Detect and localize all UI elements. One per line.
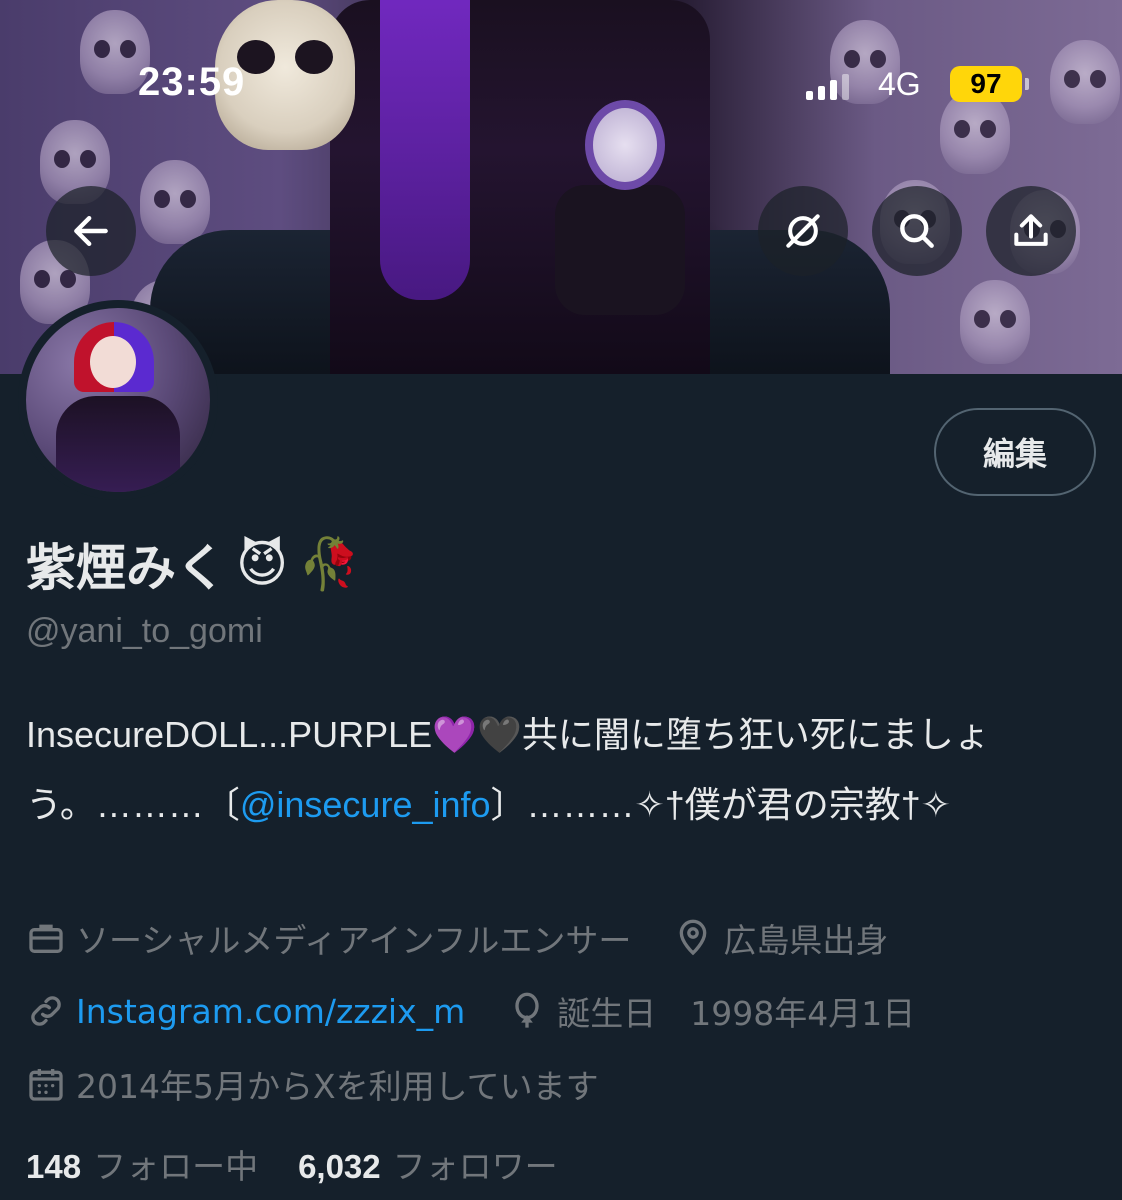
battery-icon: 97 xyxy=(950,66,1022,102)
network-type: 4G xyxy=(878,66,921,102)
edit-profile-button[interactable]: 編集 xyxy=(934,408,1096,496)
following-count: 148 xyxy=(26,1148,82,1185)
avatar[interactable] xyxy=(18,300,218,500)
search-button[interactable] xyxy=(872,186,962,276)
balloon-icon xyxy=(515,992,539,1028)
location-item: 広島県出身 xyxy=(673,914,888,962)
status-time: 23:59 xyxy=(138,60,246,104)
joined-item: 2014年5月からXを利用しています xyxy=(26,1060,599,1108)
followers-link[interactable]: 6,032 フォロワー xyxy=(298,1140,558,1188)
back-arrow-icon xyxy=(74,215,108,247)
battery-tip xyxy=(1025,78,1029,90)
display-name-text: 紫煙みく xyxy=(26,539,226,597)
location-pin-icon xyxy=(680,919,707,956)
bio-mention-link[interactable]: @insecure_info xyxy=(240,784,491,825)
bio: InsecureDOLL...PURPLE💜🖤共に闇に堕ち狂い死にましょう。……… xyxy=(26,700,1086,840)
user-handle: @yani_to_gomi xyxy=(26,612,263,650)
category-item: ソーシャルメディアインフルエンサー xyxy=(26,914,631,962)
website-link[interactable]: Instagram.com/zzzix_m xyxy=(76,992,465,1031)
grok-icon xyxy=(786,214,820,248)
signal-icon xyxy=(806,74,849,100)
followers-count: 6,032 xyxy=(298,1148,381,1185)
profile-meta-row-3: 2014年5月からXを利用しています xyxy=(26,1060,641,1108)
link-icon xyxy=(31,996,61,1026)
birthday-value: 1998年4月1日 xyxy=(690,994,916,1033)
following-label: フォロー中 xyxy=(93,1147,259,1186)
follow-stats: 148 フォロー中 6,032 フォロワー xyxy=(26,1140,558,1188)
grok-button[interactable] xyxy=(758,186,848,276)
profile-meta-row-1: ソーシャルメディアインフルエンサー 広島県出身 xyxy=(26,914,930,962)
devil-emoji: 😈 xyxy=(236,535,289,593)
joined-text: 2014年5月からXを利用しています xyxy=(76,1067,599,1106)
avatar-image xyxy=(26,308,210,492)
briefcase-icon xyxy=(29,924,63,953)
following-link[interactable]: 148 フォロー中 xyxy=(26,1140,258,1188)
share-button[interactable] xyxy=(986,186,1076,276)
display-name: 紫煙みく 😈 🥀 xyxy=(26,528,360,600)
category-text: ソーシャルメディアインフルエンサー xyxy=(76,921,632,960)
birthday-label: 誕生日 xyxy=(557,994,657,1033)
profile-meta-row-2: Instagram.com/zzzix_m 誕生日 1998年4月1日 xyxy=(26,987,957,1035)
search-icon xyxy=(900,214,934,248)
wilted-rose-emoji: 🥀 xyxy=(298,534,361,593)
calendar-icon xyxy=(29,1069,63,1101)
location-text: 広島県出身 xyxy=(723,921,889,960)
share-icon xyxy=(1014,214,1048,246)
back-button[interactable] xyxy=(46,186,136,276)
followers-label: フォロワー xyxy=(392,1147,558,1186)
bio-text-2: 〕………✧†僕が君の宗教†✧ xyxy=(490,784,951,825)
status-bar: 23:59 4G 97 xyxy=(0,60,1122,110)
birthday-item: 誕生日 1998年4月1日 xyxy=(507,987,915,1035)
website-item[interactable]: Instagram.com/zzzix_m xyxy=(26,991,465,1031)
